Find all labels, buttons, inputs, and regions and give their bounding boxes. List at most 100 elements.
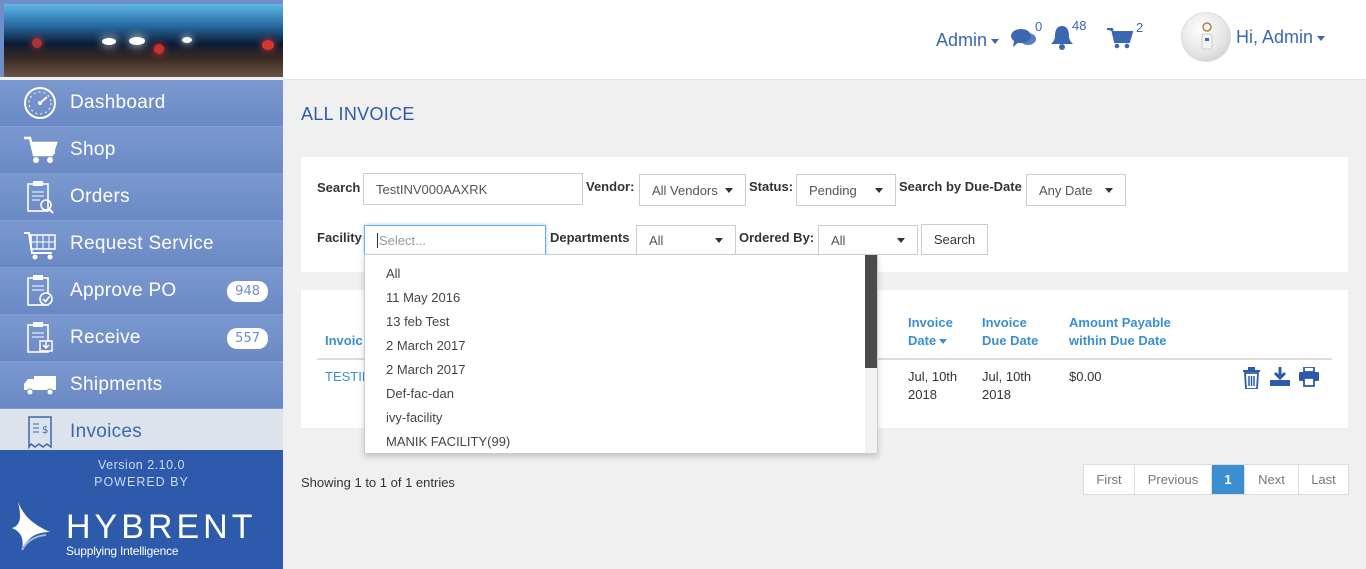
dropdown-scrollbar-thumb[interactable] — [865, 255, 877, 368]
sort-desc-icon — [939, 339, 948, 345]
sidebar-item-label: Invoices — [70, 421, 143, 442]
search-label: Search — [317, 180, 361, 195]
sidebar-item-shipments[interactable]: Shipments — [0, 362, 283, 409]
status-select[interactable]: Pending — [796, 174, 896, 206]
search-input[interactable]: TestINV000AAXRK — [363, 173, 583, 205]
receive-clipboard-icon — [22, 321, 58, 355]
due-date-cell: Jul, 10th 2018 — [982, 369, 1032, 402]
facility-dropdown-menu: All 11 May 2016 13 feb Test 2 March 2017… — [364, 254, 878, 454]
facility-option[interactable]: ivy-facility — [365, 405, 877, 429]
ordered-by-select[interactable]: All — [818, 225, 918, 255]
column-header-amount-payable[interactable]: Amount Payable within Due Date — [1069, 314, 1171, 350]
chevron-down-icon — [715, 237, 723, 243]
request-service-cart-icon — [22, 227, 58, 261]
facility-select-input[interactable]: Select... — [364, 225, 546, 255]
sidebar-item-receive[interactable]: Receive 557 — [0, 315, 283, 362]
due-date-select[interactable]: Any Date — [1026, 174, 1126, 206]
dashboard-gauge-icon — [22, 86, 58, 120]
sidebar-item-approve-po[interactable]: Approve PO 948 — [0, 268, 283, 315]
page-first-button[interactable]: First — [1084, 465, 1135, 494]
cart-icon[interactable] — [1107, 27, 1134, 54]
receive-count-badge: 557 — [227, 328, 268, 349]
top-header: Admin 0 48 2 Hi, Admin — [283, 0, 1366, 80]
departments-select-value: All — [649, 232, 664, 248]
download-icon[interactable] — [1270, 367, 1290, 392]
search-button[interactable]: Search — [921, 224, 988, 255]
brand-tagline: Supplying Intelligence — [66, 544, 179, 558]
admin-label: Admin — [936, 30, 988, 50]
sidebar-nav: Dashboard Shop Orders Request Service Ap… — [0, 80, 283, 456]
messages-count: 0 — [1035, 19, 1043, 34]
notifications-count: 48 — [1072, 18, 1087, 33]
approve-po-count-badge: 948 — [227, 281, 268, 302]
user-greeting-label: Hi, Admin — [1236, 27, 1314, 47]
facility-option[interactable]: 2 March 2017 — [365, 357, 877, 381]
sidebar-item-invoices[interactable]: $ Invoices — [0, 409, 283, 456]
brand-name: HYBRENT — [66, 508, 257, 546]
departments-select[interactable]: All — [636, 225, 736, 255]
truck-icon — [22, 368, 58, 402]
orders-clipboard-icon — [22, 180, 58, 214]
admin-dropdown[interactable]: Admin — [936, 30, 1000, 51]
avatar[interactable] — [1181, 12, 1231, 62]
sidebar: Dashboard Shop Orders Request Service Ap… — [0, 0, 283, 569]
column-header-invoice-due-date[interactable]: Invoice Due Date — [982, 314, 1038, 350]
facility-option[interactable]: 2 March 2017 — [365, 333, 877, 357]
chat-bubbles-icon[interactable] — [1011, 27, 1037, 54]
page-next-button[interactable]: Next — [1245, 465, 1299, 494]
chevron-down-icon — [1317, 35, 1326, 41]
sidebar-footer: Version 2.10.0 POWERED BY HYBRENT Supply… — [0, 450, 283, 569]
trash-icon[interactable] — [1242, 367, 1261, 394]
print-icon[interactable] — [1299, 366, 1319, 392]
facility-option[interactable]: 11 May 2016 — [365, 285, 877, 309]
approve-clipboard-icon — [22, 274, 58, 308]
column-header-invoice-date[interactable]: Invoice Date — [908, 314, 953, 350]
sidebar-item-orders[interactable]: Orders — [0, 174, 283, 221]
page-previous-button[interactable]: Previous — [1135, 465, 1212, 494]
sidebar-item-shop[interactable]: Shop — [0, 127, 283, 174]
invoice-date-cell: Jul, 10th 2018 — [908, 369, 958, 402]
cart-count: 2 — [1136, 20, 1144, 35]
amount-cell: $0.00 — [1069, 369, 1102, 384]
vendor-select[interactable]: All Vendors — [639, 174, 746, 206]
entries-info: Showing 1 to 1 of 1 entries — [301, 475, 455, 490]
sidebar-item-label: Shop — [70, 139, 116, 160]
ordered-by-label: Ordered By: — [739, 230, 815, 245]
bell-icon[interactable] — [1050, 24, 1074, 55]
sidebar-item-label: Shipments — [70, 374, 163, 395]
facility-label: Facility — [317, 230, 362, 245]
sidebar-item-label: Request Service — [70, 233, 214, 254]
page-last-button[interactable]: Last — [1299, 465, 1348, 494]
invoice-document-icon: $ — [22, 415, 58, 449]
header-banner-image — [4, 4, 283, 77]
pagination: First Previous 1 Next Last — [1083, 464, 1349, 495]
facility-option[interactable]: All — [365, 261, 877, 285]
vendor-label: Vendor: — [586, 179, 635, 194]
facility-placeholder: Select... — [379, 232, 426, 248]
status-select-value: Pending — [809, 182, 857, 198]
sidebar-item-label: Orders — [70, 186, 130, 207]
sidebar-item-dashboard[interactable]: Dashboard — [0, 80, 283, 127]
due-date-label: Search by Due-Date — [899, 179, 1022, 194]
facility-option[interactable]: Def-fac-dan — [365, 381, 877, 405]
sidebar-item-request-service[interactable]: Request Service — [0, 221, 283, 268]
sidebar-item-label: Receive — [70, 327, 141, 348]
page-1-button[interactable]: 1 — [1212, 465, 1245, 494]
shopping-cart-icon — [22, 133, 58, 167]
chevron-down-icon — [1105, 187, 1113, 193]
version-text: Version 2.10.0 — [98, 458, 185, 472]
search-input-value: TestINV000AAXRK — [376, 181, 488, 197]
chevron-down-icon — [991, 38, 1000, 44]
departments-label: Departments — [550, 230, 630, 245]
chevron-down-icon — [725, 187, 733, 193]
chevron-down-icon — [897, 237, 905, 243]
facility-option[interactable]: 13 feb Test — [365, 309, 877, 333]
facility-option[interactable]: MANIK FACILITY(99) — [365, 429, 877, 453]
column-header-invoice[interactable]: Invoic — [325, 332, 363, 350]
page-title: ALL INVOICE — [301, 104, 415, 124]
user-menu[interactable]: Hi, Admin — [1236, 27, 1326, 48]
sidebar-item-label: Dashboard — [70, 92, 166, 113]
due-date-select-value: Any Date — [1039, 182, 1093, 198]
dropdown-scrollbar[interactable] — [865, 255, 877, 453]
sidebar-item-label: Approve PO — [70, 280, 177, 301]
